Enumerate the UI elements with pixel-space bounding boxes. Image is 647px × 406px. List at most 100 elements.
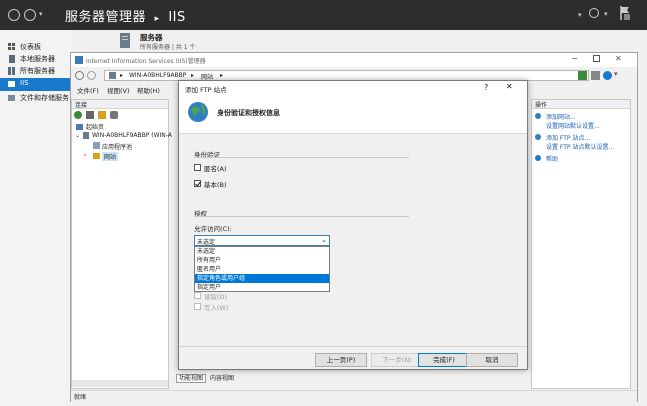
mail-icon[interactable] (591, 71, 600, 80)
dropdown-option[interactable]: 所有用户 (195, 256, 329, 265)
basic-label: 基本(B) (204, 181, 227, 189)
tree-item-app-pools[interactable]: 应用程序池 (93, 142, 133, 151)
sidebar-item-label: 所有服务器 (20, 67, 55, 75)
horizontal-scrollbar[interactable] (72, 380, 168, 387)
sidebar-item-file-storage[interactable]: 文件和存储服务 (0, 92, 72, 104)
forward-icon[interactable] (24, 9, 36, 21)
connections-toolbar (74, 110, 134, 120)
connections-header: 连接 (72, 100, 168, 109)
group-divider (194, 157, 409, 158)
servers-icon (8, 67, 15, 75)
tab-content-view[interactable]: 内容视图 (208, 375, 236, 382)
add-ftp-site-dialog: 添加 FTP 站点 ? ✕ 身份验证和授权信息 身份验证 匿名(A) 基本(B)… (178, 80, 528, 370)
write-label: 写入(W) (204, 304, 229, 312)
tree-item-server[interactable]: ⌄ WIN-A0BHLF9ABBP (WIN-A (75, 132, 172, 139)
minimize-icon[interactable]: − (571, 54, 578, 63)
address-sep-icon-2: ▸ (191, 72, 195, 79)
connections-panel: 连接 起始页 ⌄ WIN-A0BHLF9ABBP (WIN-A 应用程序池 › … (71, 99, 172, 389)
app-pool-icon (93, 142, 100, 149)
write-checkbox[interactable] (194, 303, 201, 310)
address-sep-icon: ▸ (120, 72, 124, 79)
chevron-down-icon: ⌄ (321, 236, 327, 244)
action-add-ftp-site[interactable]: 添加 FTP 站点... (546, 133, 590, 142)
users-icon[interactable] (110, 111, 118, 119)
server-icon (109, 72, 116, 79)
basic-checkbox[interactable] (194, 180, 201, 187)
help-icon[interactable] (603, 71, 612, 80)
maximize-icon[interactable] (593, 55, 600, 62)
tree-item-start-page[interactable]: 起始页 (76, 122, 105, 131)
page-title: 服务器管理器 ▸ IIS (65, 6, 186, 25)
app-title: 服务器管理器 (65, 10, 147, 25)
read-label: 读取(D) (204, 293, 228, 301)
iis-titlebar: Internet Information Services (IIS)管理器 −… (71, 53, 637, 67)
address-segment-server[interactable]: WIN-A0BHLF9ABBP (129, 72, 186, 79)
action-help[interactable]: 帮助 (546, 154, 558, 163)
refresh-icon[interactable] (589, 8, 599, 18)
dropdown-option[interactable]: 匿名用户 (195, 265, 329, 274)
back-icon[interactable] (75, 71, 84, 80)
dialog-title: 添加 FTP 站点 (185, 86, 227, 94)
status-bar: 就绪 (71, 390, 637, 402)
address-sep-icon-3: ▸ (220, 72, 224, 79)
history-dropdown-icon[interactable]: ▾ (39, 10, 43, 18)
tree-item-sites[interactable]: › 网站 (84, 152, 119, 161)
action-add-website[interactable]: 添加网站... (546, 112, 576, 121)
server-icon (120, 33, 130, 48)
server-icon (83, 132, 89, 139)
read-checkbox[interactable] (194, 292, 201, 299)
menu-file[interactable]: 文件(F) (77, 85, 99, 95)
dropdown-option[interactable]: 未选定 (195, 247, 329, 256)
globe-icon (188, 102, 208, 122)
dialog-titlebar: 添加 FTP 站点 ? ✕ (179, 81, 527, 95)
menu-help[interactable]: 帮助(H) (137, 85, 160, 95)
forward-icon[interactable] (87, 71, 96, 80)
folder-icon[interactable] (98, 111, 106, 119)
cancel-button[interactable]: 取消 (466, 353, 518, 367)
server-manager-titlebar: ▾ 服务器管理器 ▸ IIS ▾ ▾ (0, 0, 647, 30)
close-icon[interactable]: ✕ (615, 54, 622, 63)
dropdown-icon[interactable]: ▾ (578, 11, 582, 19)
connect-icon[interactable] (74, 111, 82, 119)
servers-subtitle: 所有服务器 | 共 1 个 (140, 44, 196, 51)
prev-button[interactable]: 上一页(P) (315, 353, 367, 367)
tab-features-view[interactable]: 功能视图 (176, 374, 207, 383)
iis-window-title: Internet Information Services (IIS)管理器 (86, 58, 206, 65)
tree-item-label: 应用程序池 (102, 144, 133, 151)
dropdown-option-highlighted[interactable]: 指定角色或用户组 (195, 274, 329, 283)
help-icon (535, 155, 541, 161)
collapse-icon[interactable]: ⌄ (75, 132, 80, 139)
next-button[interactable]: 下一步(N) (371, 353, 423, 367)
close-icon[interactable]: ✕ (506, 82, 513, 91)
sidebar-item-label: 本地服务器 (20, 55, 55, 63)
dialog-heading: 身份验证和授权信息 (217, 109, 280, 117)
actions-header: 操作 (532, 100, 630, 109)
menu-view[interactable]: 视图(V) (107, 85, 130, 95)
tree-item-label: WIN-A0BHLF9ABBP (WIN-A (92, 132, 172, 139)
sidebar-item-all-servers[interactable]: 所有服务器 (0, 65, 72, 77)
actions-panel: 操作 添加网站... 设置网站默认设置... 添加 FTP 站点... 设置 F… (531, 99, 631, 389)
tree-item-label: 起始页 (86, 124, 105, 131)
save-icon[interactable] (86, 111, 94, 119)
anonymous-checkbox[interactable] (194, 164, 201, 171)
globe-icon (535, 113, 541, 119)
allow-access-select[interactable]: 未选定 ⌄ (194, 235, 330, 246)
dialog-banner: 身份验证和授权信息 (179, 95, 527, 134)
allow-access-label: 允许访问(C): (194, 225, 232, 233)
help-icon[interactable]: ? (484, 83, 488, 92)
expand-icon[interactable]: › (84, 152, 86, 159)
tree-item-label: 网站 (104, 154, 117, 161)
sidebar-item-iis[interactable]: IIS (0, 78, 72, 91)
tab-label: 功能视图 (179, 375, 204, 382)
sidebar-item-dashboard[interactable]: 仪表板 (0, 41, 72, 53)
action-ftp-defaults[interactable]: 设置 FTP 站点默认设置... (546, 142, 614, 151)
back-icon[interactable] (8, 9, 20, 21)
finish-button[interactable]: 完成(F) (418, 353, 470, 367)
allow-access-dropdown: 未选定 所有用户 匿名用户 指定角色或用户组 指定用户 (194, 246, 330, 292)
help-dropdown-icon[interactable]: ▾ (614, 70, 618, 78)
sidebar-item-local-server[interactable]: 本地服务器 (0, 53, 72, 65)
action-website-defaults[interactable]: 设置网站默认设置... (546, 121, 600, 130)
excel-icon[interactable] (578, 71, 587, 80)
notification-flag-icon[interactable] (619, 5, 631, 21)
dropdown-icon-2[interactable]: ▾ (604, 10, 608, 18)
